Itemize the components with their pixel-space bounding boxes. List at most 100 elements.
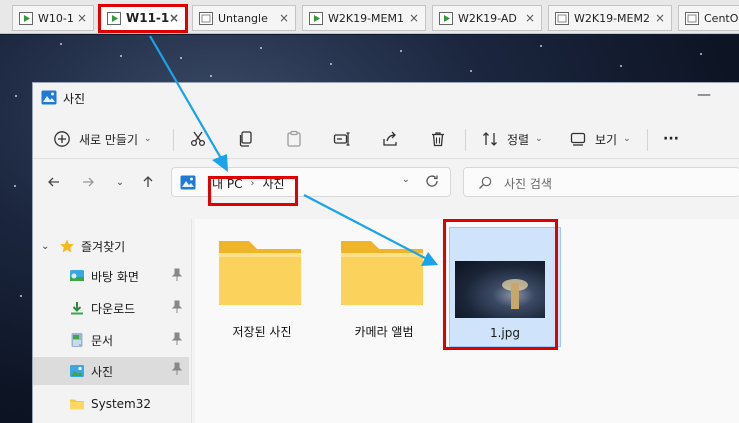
folder-item-saved-pictures[interactable]: 저장된 사진 [197, 227, 307, 347]
rename-button[interactable] [333, 127, 351, 151]
vm-tab-centos[interactable]: CentOS [678, 5, 739, 31]
search-input[interactable]: 사진 검색 [504, 175, 552, 192]
folder-item-camera-roll[interactable]: 카메라 앨범 [319, 227, 429, 347]
vm-icon [309, 11, 323, 25]
vm-tab-label: Untangle [218, 11, 268, 25]
arrow-left-icon [48, 177, 59, 187]
close-icon[interactable]: × [525, 11, 535, 25]
view-button[interactable]: 보기 ⌄ [569, 127, 631, 151]
nav-item-label: 즐겨찾기 [81, 239, 126, 254]
command-bar: 새로 만들기 ⌄ 정렬 ⌄ 보기 ⌄ ··· [33, 119, 739, 159]
close-icon[interactable]: × [77, 11, 87, 25]
nav-item-label: 다운로드 [91, 301, 136, 316]
image-thumbnail [455, 261, 545, 318]
close-icon[interactable]: × [655, 11, 665, 25]
arrow-right-icon [83, 177, 94, 187]
cut-icon [190, 131, 206, 147]
close-icon[interactable]: × [169, 11, 179, 25]
delete-button[interactable] [429, 127, 447, 151]
vm-tab-w2k19-ad[interactable]: W2K19-AD × [432, 5, 542, 31]
pin-icon[interactable] [171, 268, 183, 282]
copy-button[interactable] [237, 127, 255, 151]
search-box[interactable]: 사진 검색 [463, 167, 739, 197]
breadcrumb-item-pictures[interactable]: 사진 [262, 175, 284, 192]
nav-item-pictures[interactable]: 사진 [33, 357, 189, 385]
new-button[interactable]: 새로 만들기 ⌄ [53, 127, 152, 151]
vm-icon [19, 11, 33, 25]
back-button[interactable] [45, 173, 63, 191]
paste-button[interactable] [285, 127, 303, 151]
address-bar[interactable]: 내 PC › 사진 ⌄ [171, 167, 451, 197]
download-icon [71, 302, 83, 315]
file-name: 카메라 앨범 [354, 325, 414, 339]
share-icon [383, 131, 397, 146]
close-icon[interactable]: × [279, 11, 289, 25]
pin-icon[interactable] [171, 362, 183, 376]
vm-tab-w11-1[interactable]: W11-1 × [100, 5, 186, 31]
divider [465, 129, 466, 151]
close-icon[interactable]: × [409, 11, 419, 25]
copy-icon [239, 131, 252, 147]
title-bar[interactable]: 사진 — [33, 83, 739, 113]
sort-button-label: 정렬 [507, 132, 530, 147]
pin-icon[interactable] [171, 300, 183, 314]
nav-item-favorites[interactable]: ⌄ 즐겨찾기 [33, 233, 189, 259]
star-icon [60, 239, 74, 253]
delete-icon [432, 132, 444, 147]
paste-icon [287, 130, 301, 147]
file-name: 1.jpg [489, 326, 521, 340]
more-options-button[interactable]: ··· [663, 127, 679, 151]
pictures-icon [41, 90, 57, 105]
recent-locations-button[interactable]: ⌄ [111, 173, 129, 191]
vm-tab-w10-1[interactable]: W10-1 × [12, 5, 94, 31]
chevron-down-icon[interactable]: ⌄ [41, 241, 55, 252]
explorer-window: 사진 — 새로 만들기 ⌄ 정렬 ⌄ 보기 ⌄ ··· ⌄ 내 PC › 사진 … [32, 82, 739, 423]
vm-tab-label: W2K19-AD [458, 11, 517, 25]
vm-tab-label: W2K19-MEM2 [574, 11, 650, 25]
vm-tab-w2k19-mem2[interactable]: W2K19-MEM2 × [548, 5, 672, 31]
folder-icon [341, 241, 423, 305]
pictures-icon [180, 175, 196, 190]
vm-tab-label: W2K19-MEM1 [328, 11, 404, 25]
minimize-button[interactable]: — [697, 87, 711, 103]
chevron-down-icon: ⌄ [115, 176, 125, 188]
lighthouse [511, 283, 519, 309]
file-item-1-jpg[interactable]: 1.jpg [449, 227, 561, 347]
sort-icon [483, 132, 497, 146]
chevron-down-icon: ⌄ [535, 134, 543, 144]
breadcrumb-item-this-pc[interactable]: 내 PC [212, 175, 242, 192]
vm-tab-label: W11-1 [126, 11, 170, 25]
nav-item-downloads[interactable]: 다운로드 [33, 295, 189, 321]
pin-icon[interactable] [171, 332, 183, 346]
vm-tab-label: CentOS [704, 11, 739, 25]
share-button[interactable] [381, 127, 399, 151]
documents-icon [71, 333, 83, 347]
vm-icon [439, 11, 453, 25]
nav-item-label: 사진 [91, 364, 114, 379]
window-title: 사진 [63, 92, 86, 106]
nav-item-label: 문서 [91, 333, 114, 348]
chevron-down-icon[interactable]: ⌄ [402, 174, 410, 185]
nav-item-documents[interactable]: 문서 [33, 327, 189, 353]
up-button[interactable] [139, 173, 157, 191]
breadcrumb: 내 PC › 사진 [212, 175, 285, 192]
nav-item-system32[interactable]: System32 [33, 391, 189, 417]
nav-item-label: 바탕 화면 [91, 269, 139, 284]
divider [173, 129, 174, 151]
file-list: 저장된 사진 카메라 앨범 1.jpg [195, 219, 739, 423]
vm-tab-w2k19-mem1[interactable]: W2K19-MEM1 × [302, 5, 426, 31]
file-name: 저장된 사진 [232, 325, 292, 339]
vm-icon [685, 11, 699, 25]
new-button-label: 새로 만들기 [79, 132, 139, 147]
refresh-icon[interactable] [424, 173, 440, 189]
vm-tab-untangle[interactable]: Untangle × [192, 5, 296, 31]
view-button-label: 보기 [595, 132, 618, 147]
cut-button[interactable] [189, 127, 207, 151]
vm-icon [107, 11, 121, 25]
nav-item-desktop[interactable]: 바탕 화면 [33, 263, 189, 289]
forward-button[interactable] [79, 173, 97, 191]
folder-icon [219, 241, 301, 305]
breadcrumb-separator: › [250, 178, 255, 189]
sort-button[interactable]: 정렬 ⌄ [481, 127, 543, 151]
address-row: ⌄ 내 PC › 사진 ⌄ 사진 검색 [33, 161, 739, 205]
